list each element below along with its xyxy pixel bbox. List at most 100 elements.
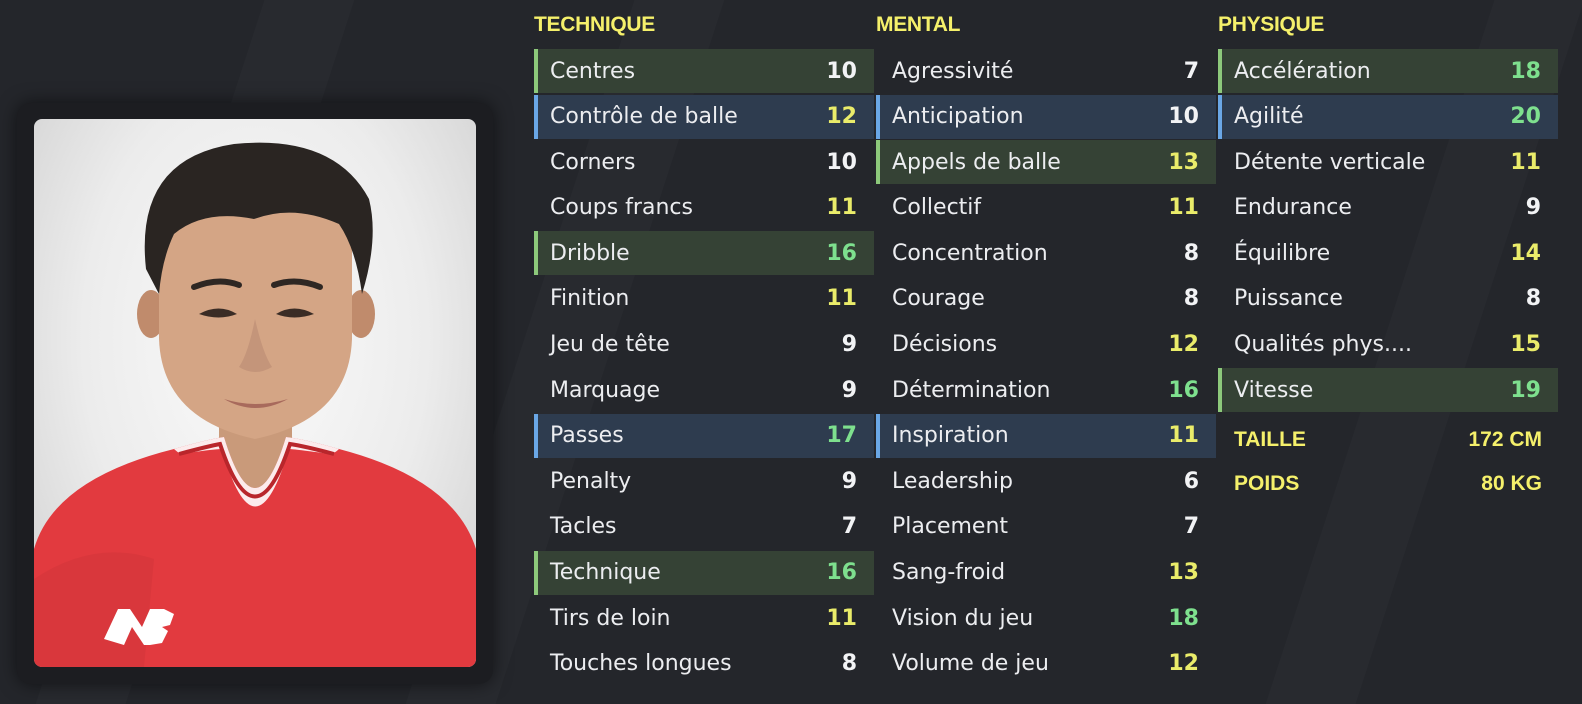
attribute-value: 12 xyxy=(1168,332,1199,358)
attribute-name: Coups francs xyxy=(550,195,693,221)
attribute-value: 13 xyxy=(1168,560,1199,586)
attribute-row[interactable]: Tirs de loin 11 xyxy=(534,596,874,640)
attribute-row[interactable]: Centres 10 xyxy=(534,49,874,93)
attribute-name: Technique xyxy=(550,560,661,586)
attribute-row[interactable]: Volume de jeu 12 xyxy=(876,642,1216,686)
attribute-row[interactable]: Qualités phys.... 15 xyxy=(1218,323,1558,367)
attribute-value: 18 xyxy=(1168,605,1199,631)
attribute-value: 11 xyxy=(826,286,857,312)
attribute-name: Courage xyxy=(892,286,985,312)
attribute-value: 7 xyxy=(1183,514,1199,540)
attribute-name: Appels de balle xyxy=(892,149,1061,175)
attribute-value: 11 xyxy=(1168,423,1199,449)
attribute-value: 15 xyxy=(1510,332,1541,358)
physique-list: Accélération 18 Agilité 20 Détente verticale… xyxy=(1218,49,1558,414)
physique-title: PHYSIQUE xyxy=(1218,13,1325,36)
attribute-row[interactable]: Technique 16 xyxy=(534,550,874,595)
weight-info: POIDS 80 KG xyxy=(1218,472,1558,496)
attribute-row[interactable]: Détermination 16 xyxy=(876,368,1216,412)
attribute-value: 13 xyxy=(1168,149,1199,175)
attribute-row[interactable]: Placement 7 xyxy=(876,505,1216,549)
attribute-name: Jeu de tête xyxy=(550,332,670,358)
attribute-row[interactable]: Jeu de tête 9 xyxy=(534,323,874,367)
attribute-row[interactable]: Détente verticale 11 xyxy=(1218,140,1558,184)
technique-title: TECHNIQUE xyxy=(534,13,655,36)
attribute-row[interactable]: Leadership 6 xyxy=(876,459,1216,503)
attribute-name: Puissance xyxy=(1234,286,1343,312)
attribute-name: Agilité xyxy=(1234,104,1304,130)
attribute-row[interactable]: Anticipation 10 xyxy=(876,94,1216,139)
attribute-row[interactable]: Marquage 9 xyxy=(534,368,874,412)
attribute-row[interactable]: Vitesse 19 xyxy=(1218,368,1558,413)
attribute-name: Sang-froid xyxy=(892,560,1006,586)
attribute-name: Endurance xyxy=(1234,195,1352,221)
attribute-row[interactable]: Inspiration 11 xyxy=(876,413,1216,458)
attribute-row[interactable]: Corners 10 xyxy=(534,140,874,184)
attribute-row[interactable]: Tacles 7 xyxy=(534,505,874,549)
attribute-row[interactable]: Collectif 11 xyxy=(876,186,1216,230)
attribute-value: 19 xyxy=(1510,377,1541,403)
attribute-value: 9 xyxy=(841,468,857,494)
attribute-value: 12 xyxy=(826,104,857,130)
attribute-row[interactable]: Passes 17 xyxy=(534,413,874,458)
attribute-row[interactable]: Sang-froid 13 xyxy=(876,551,1216,595)
attribute-row[interactable]: Puissance 8 xyxy=(1218,277,1558,321)
player-photo-frame xyxy=(17,103,493,684)
attribute-name: Tirs de loin xyxy=(550,605,671,631)
attribute-value: 16 xyxy=(1168,377,1199,403)
attribute-name: Vitesse xyxy=(1234,377,1314,403)
attribute-row[interactable]: Penalty 9 xyxy=(534,459,874,503)
attribute-value: 8 xyxy=(1525,286,1541,312)
attribute-row[interactable]: Agilité 20 xyxy=(1218,94,1558,139)
attribute-value: 11 xyxy=(1510,149,1541,175)
mental-title: MENTAL xyxy=(876,13,961,36)
attribute-row[interactable]: Endurance 9 xyxy=(1218,186,1558,230)
attribute-value: 11 xyxy=(826,605,857,631)
attribute-value: 11 xyxy=(1168,195,1199,221)
attribute-value: 16 xyxy=(826,560,857,586)
attribute-row[interactable]: Accélération 18 xyxy=(1218,49,1558,93)
attribute-name: Passes xyxy=(550,423,624,449)
attribute-name: Placement xyxy=(892,514,1009,540)
attribute-name: Détermination xyxy=(892,377,1051,403)
attribute-value: 16 xyxy=(826,240,857,266)
attribute-row[interactable]: Contrôle de balle 12 xyxy=(534,94,874,139)
attribute-name: Tacles xyxy=(550,514,617,540)
attribute-name: Leadership xyxy=(892,468,1013,494)
attribute-row[interactable]: Équilibre 14 xyxy=(1218,231,1558,275)
attribute-row[interactable]: Touches longues 8 xyxy=(534,642,874,686)
attribute-row[interactable]: Décisions 12 xyxy=(876,323,1216,367)
attribute-value: 7 xyxy=(841,514,857,540)
height-label: TAILLE xyxy=(1234,428,1306,451)
attribute-row[interactable]: Concentration 8 xyxy=(876,231,1216,275)
attribute-value: 10 xyxy=(826,149,857,175)
attribute-value: 10 xyxy=(826,58,857,84)
attribute-name: Décisions xyxy=(892,332,998,358)
attribute-value: 11 xyxy=(826,195,857,221)
weight-label: POIDS xyxy=(1234,472,1300,495)
attribute-row[interactable]: Dribble 16 xyxy=(534,231,874,276)
attribute-name: Agressivité xyxy=(892,58,1014,84)
attribute-name: Penalty xyxy=(550,468,632,494)
attribute-name: Accélération xyxy=(1234,58,1371,84)
player-portrait-icon xyxy=(34,119,476,667)
attribute-name: Marquage xyxy=(550,377,661,403)
attribute-name: Vision du jeu xyxy=(892,605,1034,631)
attribute-row[interactable]: Courage 8 xyxy=(876,277,1216,321)
attribute-row[interactable]: Finition 11 xyxy=(534,277,874,321)
weight-value: 80 KG xyxy=(1481,472,1542,495)
attribute-name: Dribble xyxy=(550,240,630,266)
attribute-row[interactable]: Coups francs 11 xyxy=(534,186,874,230)
attribute-value: 9 xyxy=(1525,195,1541,221)
attribute-name: Détente verticale xyxy=(1234,149,1426,175)
attribute-row[interactable]: Vision du jeu 18 xyxy=(876,596,1216,640)
attribute-value: 8 xyxy=(1183,286,1199,312)
attribute-value: 8 xyxy=(841,651,857,677)
attribute-name: Concentration xyxy=(892,240,1048,266)
attribute-value: 20 xyxy=(1510,104,1541,130)
height-info: TAILLE 172 CM xyxy=(1218,428,1558,452)
mental-list: Agressivité 7 Anticipation 10 Appels de ball… xyxy=(876,49,1216,687)
attribute-row[interactable]: Appels de balle 13 xyxy=(876,140,1216,185)
attribute-name: Équilibre xyxy=(1234,240,1331,266)
attribute-row[interactable]: Agressivité 7 xyxy=(876,49,1216,93)
